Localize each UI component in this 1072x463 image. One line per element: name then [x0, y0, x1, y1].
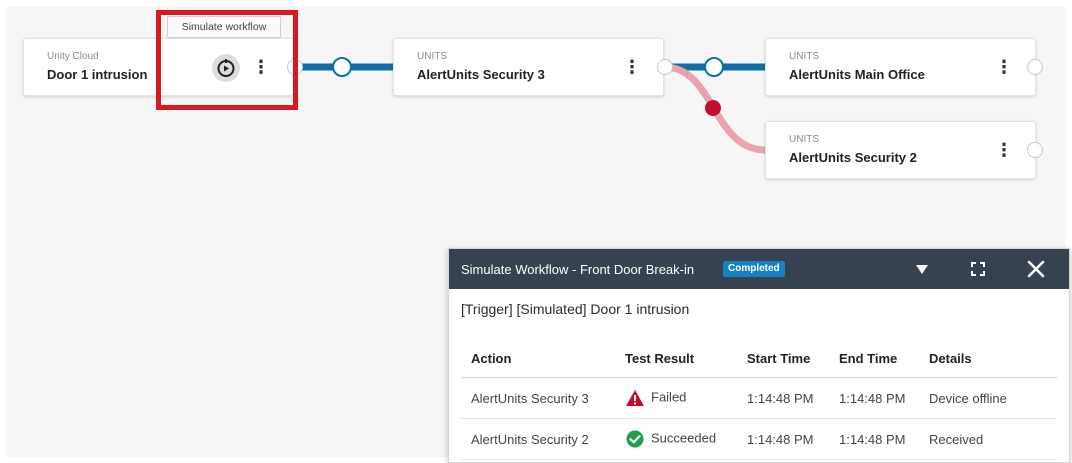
failed-dot [705, 100, 721, 116]
result-cell: Failed [615, 377, 737, 419]
node-subtitle: UNITS [789, 134, 819, 145]
node-output-port[interactable] [657, 59, 673, 75]
start-time-cell: 1:14:48 PM [737, 418, 829, 460]
node-alertunits-main-office[interactable]: UNITS AlertUnits Main Office ⋮ [765, 38, 1043, 96]
table-row: AlertUnits Security 2 Succeeded 1:14:48 … [461, 418, 1057, 460]
node-subtitle: UNITS [417, 51, 447, 62]
node-alertunits-security-2[interactable]: UNITS AlertUnits Security 2 ⋮ [765, 121, 1043, 179]
details-cell: Received [919, 418, 1057, 460]
check-circle-icon [625, 430, 645, 448]
node-title: AlertUnits Security 3 [417, 67, 545, 82]
panel-title: Simulate Workflow - Front Door Break-in [461, 262, 695, 277]
close-icon[interactable] [1026, 259, 1046, 279]
end-time-cell: 1:14:48 PM [829, 377, 919, 419]
table-row: AlertUnits Security 3 Failed 1:14:48 PM … [461, 377, 1057, 419]
column-header: Test Result [615, 339, 737, 378]
result-cell: Succeeded [615, 418, 737, 460]
node-menu-button[interactable]: ⋮ [995, 140, 1013, 160]
node-title: AlertUnits Security 2 [789, 150, 917, 165]
node-menu-button[interactable]: ⋮ [995, 57, 1013, 77]
column-header: Action [461, 339, 615, 378]
node-output-port[interactable] [1027, 142, 1043, 158]
status-badge: Completed [723, 261, 785, 277]
column-header: End Time [829, 339, 919, 378]
node-subtitle: UNITS [789, 51, 819, 62]
highlight-box [156, 10, 298, 110]
node-title: Door 1 intrusion [47, 67, 148, 82]
action-cell: AlertUnits Security 3 [461, 377, 615, 419]
end-time-cell: 1:14:48 PM [829, 418, 919, 460]
panel-header: Simulate Workflow - Front Door Break-in … [449, 249, 1069, 289]
details-cell: Device offline [919, 377, 1057, 419]
connector-handle[interactable] [332, 57, 352, 77]
trigger-summary: [Trigger] [Simulated] Door 1 intrusion [461, 301, 690, 317]
action-cell: AlertUnits Security 2 [461, 418, 615, 460]
fullscreen-icon[interactable] [968, 259, 988, 279]
column-header: Details [919, 339, 1057, 378]
result-text: Failed [651, 389, 687, 405]
warning-icon [625, 389, 645, 407]
node-subtitle: Unity Cloud [47, 51, 99, 62]
node-title: AlertUnits Main Office [789, 67, 925, 82]
result-text: Succeeded [651, 430, 717, 446]
column-header: Start Time [737, 339, 829, 378]
collapse-icon[interactable] [912, 259, 932, 279]
simulate-workflow-panel: Simulate Workflow - Front Door Break-in … [448, 248, 1070, 463]
node-menu-button[interactable]: ⋮ [623, 57, 641, 77]
results-table: Action Test Result Start Time End Time D… [461, 339, 1057, 460]
connector-handle[interactable] [704, 57, 724, 77]
start-time-cell: 1:14:48 PM [737, 377, 829, 419]
table-header-row: Action Test Result Start Time End Time D… [461, 339, 1057, 378]
node-alertunits-security-3[interactable]: UNITS AlertUnits Security 3 ⋮ [393, 38, 673, 96]
node-output-port[interactable] [1027, 59, 1043, 75]
